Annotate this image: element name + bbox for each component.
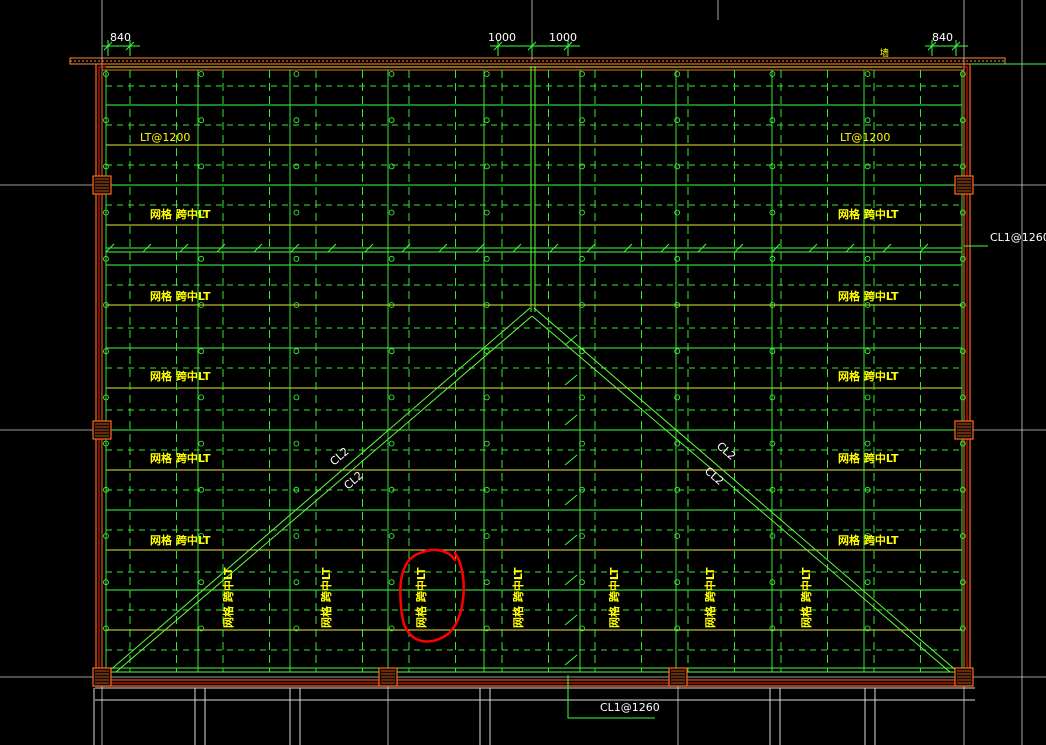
- label-grid-lt: 网格 跨中LT: [703, 567, 717, 628]
- label-grid-lt: 网格 跨中LT: [511, 567, 525, 628]
- label-grid-lt: 网格 跨中LT: [150, 289, 211, 303]
- dim-center-left-label: 1000: [488, 31, 516, 44]
- dim-top-right-extra: 墙: [880, 47, 889, 59]
- column: [92, 667, 112, 687]
- label-grid-lt: 网格 跨中LT: [221, 567, 235, 628]
- label-grid-lt: 网格 跨中LT: [838, 289, 899, 303]
- column: [92, 420, 112, 440]
- column: [668, 667, 688, 687]
- dim-top-right-label: 840: [932, 31, 953, 44]
- label-grid-lt: 网格 跨中LT: [838, 369, 899, 383]
- label-grid-lt: 网格 跨中LT: [607, 567, 621, 628]
- label-grid-lt: 网格 跨中LT: [150, 207, 211, 221]
- label-grid-lt: 网格 跨中LT: [150, 533, 211, 547]
- column: [954, 420, 974, 440]
- dim-center-right-label: 1000: [549, 31, 577, 44]
- dim-top-left-label: 840: [110, 31, 131, 44]
- label-grid-lt: 网格 跨中LT: [414, 567, 428, 628]
- label-cl1-right: CL1@1260: [990, 231, 1046, 244]
- label-grid-lt: 网格 跨中LT: [799, 567, 813, 628]
- label-grid-lt: 网格 跨中LT: [838, 451, 899, 465]
- cad-drawing-canvas[interactable]: 840 1000 1000 840 墙 LT@1200 LT@1200 CL1@…: [0, 0, 1046, 745]
- label-grid-lt: 网格 跨中LT: [150, 451, 211, 465]
- label-grid-lt: 网格 跨中LT: [838, 533, 899, 547]
- column: [92, 175, 112, 195]
- column: [954, 667, 974, 687]
- label-cl1-bottom: CL1@1260: [600, 701, 660, 714]
- label-grid-lt: 网格 跨中LT: [319, 567, 333, 628]
- column: [378, 667, 398, 687]
- label-grid-lt: 网格 跨中LT: [838, 207, 899, 221]
- label-grid-lt: 网格 跨中LT: [150, 369, 211, 383]
- column: [954, 175, 974, 195]
- label-lt1200-left: LT@1200: [140, 131, 190, 144]
- label-lt1200-right: LT@1200: [840, 131, 890, 144]
